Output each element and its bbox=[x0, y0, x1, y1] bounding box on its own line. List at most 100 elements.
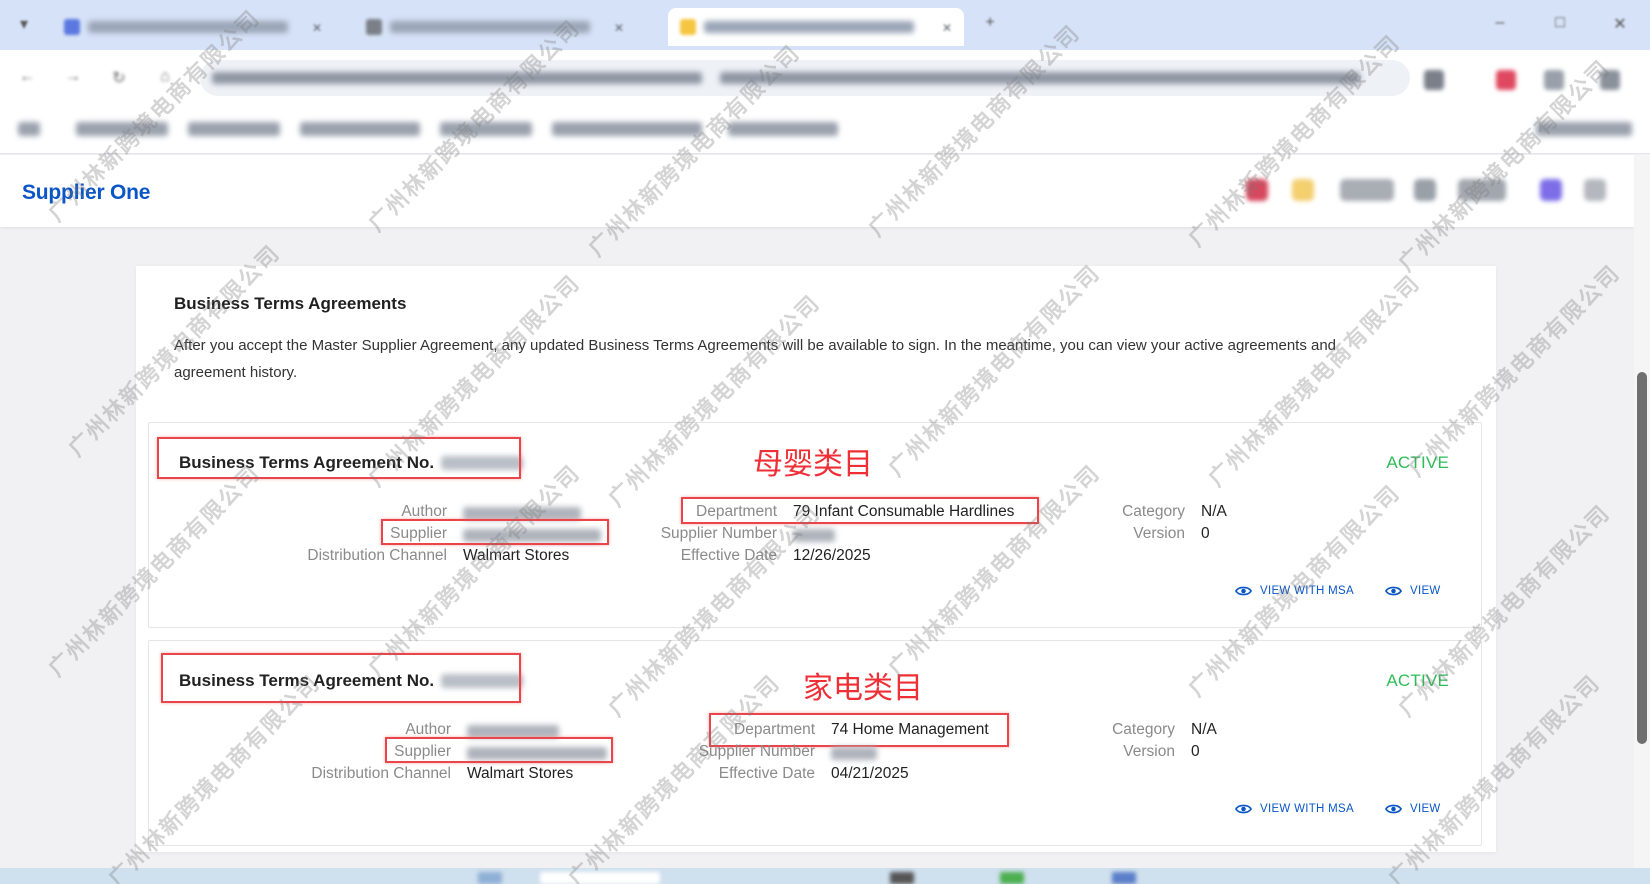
tab-title-redacted bbox=[390, 21, 590, 33]
eye-icon bbox=[1235, 804, 1252, 814]
section-description: After you accept the Master Supplier Agr… bbox=[174, 337, 1337, 381]
category-annotation: 母婴类目 bbox=[753, 447, 873, 482]
highlight-box bbox=[157, 437, 521, 479]
tab-menu-icon[interactable]: ▾ bbox=[14, 14, 34, 34]
tab-favicon-icon bbox=[366, 19, 382, 35]
back-icon[interactable]: ← bbox=[16, 68, 38, 90]
status-badge: ACTIVE bbox=[1386, 671, 1449, 690]
distribution-channel-label: Distribution Channel bbox=[311, 765, 451, 782]
category-annotation: 家电类目 bbox=[803, 671, 923, 706]
tab-favicon-icon bbox=[680, 19, 696, 35]
tab-title-redacted bbox=[704, 21, 914, 33]
forward-icon[interactable]: → bbox=[62, 68, 84, 90]
browser-tab-1[interactable]: ✕ bbox=[52, 8, 334, 46]
view-label: VIEW bbox=[1410, 585, 1441, 597]
view-label: VIEW bbox=[1410, 803, 1441, 815]
tab-title-redacted bbox=[88, 21, 288, 33]
view-with-msa-label: VIEW WITH MSA bbox=[1260, 585, 1354, 597]
distribution-channel-label: Distribution Channel bbox=[307, 547, 447, 564]
agreement-item: Business Terms Agreement No. 家电类目 ACTIVE… bbox=[148, 640, 1482, 846]
supplier-number-label: Supplier Number bbox=[660, 525, 777, 542]
section-title: Business Terms Agreements bbox=[174, 294, 407, 313]
category-label: Category bbox=[1112, 721, 1175, 738]
page-scrollbar-thumb[interactable] bbox=[1637, 372, 1647, 744]
effective-date-label: Effective Date bbox=[718, 765, 815, 782]
maximize-icon[interactable]: □ bbox=[1550, 14, 1570, 34]
bookmark-item[interactable] bbox=[300, 122, 420, 136]
browser-tab-2[interactable]: ✕ bbox=[354, 8, 636, 46]
app-header: Supplier One bbox=[0, 155, 1634, 227]
user-avatar-icon[interactable] bbox=[1584, 179, 1606, 201]
tab-favicon-icon bbox=[64, 19, 80, 35]
url-input[interactable] bbox=[200, 60, 1410, 96]
apps-icon[interactable] bbox=[18, 122, 40, 136]
new-tab-icon[interactable]: + bbox=[980, 14, 1000, 34]
highlight-box bbox=[681, 497, 1039, 524]
browser-tab-active[interactable]: ✕ bbox=[668, 8, 964, 46]
bookmark-item[interactable] bbox=[728, 122, 838, 136]
view-with-msa-button[interactable]: VIEW WITH MSA bbox=[1235, 585, 1354, 597]
bookmark-item[interactable] bbox=[440, 122, 532, 136]
profile-icon[interactable] bbox=[1600, 70, 1620, 90]
highlight-box bbox=[161, 653, 521, 703]
taskbar-app-icon[interactable] bbox=[1112, 872, 1136, 884]
tab-close-icon[interactable]: ✕ bbox=[312, 21, 322, 35]
url-redacted bbox=[212, 72, 702, 84]
category-value: N/A bbox=[1191, 721, 1217, 738]
all-bookmarks-item[interactable] bbox=[1536, 122, 1632, 136]
home-icon[interactable]: ⌂ bbox=[154, 68, 176, 90]
view-with-msa-button[interactable]: VIEW WITH MSA bbox=[1235, 803, 1354, 815]
effective-date-value: 04/21/2025 bbox=[831, 765, 909, 782]
distribution-channel-value: Walmart Stores bbox=[467, 765, 574, 782]
effective-date-label: Effective Date bbox=[680, 547, 777, 564]
business-terms-card: Business Terms Agreements After you acce… bbox=[136, 266, 1496, 852]
view-button[interactable]: VIEW bbox=[1385, 803, 1441, 815]
bookmark-item[interactable] bbox=[552, 122, 702, 136]
bookmark-item[interactable] bbox=[76, 122, 168, 136]
supplier-number-redacted bbox=[793, 529, 835, 542]
version-label: Version bbox=[1133, 525, 1185, 542]
taskbar-app-icon[interactable] bbox=[540, 872, 660, 884]
status-badge: ACTIVE bbox=[1386, 453, 1449, 472]
reload-icon[interactable]: ↻ bbox=[108, 68, 130, 90]
calendar-icon[interactable] bbox=[1414, 179, 1436, 201]
bookmark-item[interactable] bbox=[188, 122, 280, 136]
brand-logo[interactable]: Supplier One bbox=[22, 181, 150, 205]
view-with-msa-label: VIEW WITH MSA bbox=[1260, 803, 1354, 815]
version-value: 0 bbox=[1191, 743, 1200, 760]
browser-tab-bar: ▾ ✕ ✕ ✕ + – □ ✕ bbox=[0, 0, 1650, 50]
highlight-box bbox=[385, 737, 613, 763]
taskbar bbox=[0, 868, 1650, 884]
help-icon[interactable] bbox=[1458, 179, 1506, 201]
eye-icon bbox=[1385, 586, 1402, 596]
version-value: 0 bbox=[1201, 525, 1210, 542]
eye-icon bbox=[1385, 804, 1402, 814]
language-selector[interactable] bbox=[1340, 179, 1394, 201]
assistant-icon[interactable] bbox=[1540, 179, 1562, 201]
highlight-box bbox=[381, 519, 609, 545]
taskbar-app-icon[interactable] bbox=[478, 872, 502, 884]
notification-icon[interactable] bbox=[1292, 179, 1314, 201]
highlight-box bbox=[709, 713, 1009, 747]
effective-date-value: 12/26/2025 bbox=[793, 547, 871, 564]
eye-icon bbox=[1235, 586, 1252, 596]
bookmarks-bar bbox=[0, 106, 1650, 154]
country-flag-icon[interactable] bbox=[1246, 179, 1268, 201]
agreement-item: Business Terms Agreement No. 母婴类目 ACTIVE… bbox=[148, 422, 1482, 628]
taskbar-app-icon[interactable] bbox=[1000, 872, 1024, 884]
version-label: Version bbox=[1123, 743, 1175, 760]
extension-icon[interactable] bbox=[1544, 70, 1564, 90]
supplier-number-label: Supplier Number bbox=[698, 743, 815, 760]
close-window-icon[interactable]: ✕ bbox=[1610, 14, 1630, 34]
tab-close-icon[interactable]: ✕ bbox=[942, 21, 952, 35]
category-value: N/A bbox=[1201, 503, 1227, 520]
view-button[interactable]: VIEW bbox=[1385, 585, 1441, 597]
tab-close-icon[interactable]: ✕ bbox=[614, 21, 624, 35]
supplier-number-redacted bbox=[831, 747, 877, 760]
taskbar-app-icon[interactable] bbox=[890, 872, 914, 884]
extension-icon[interactable] bbox=[1424, 70, 1444, 90]
distribution-channel-value: Walmart Stores bbox=[463, 547, 570, 564]
browser-address-bar: ← → ↻ ⌂ bbox=[0, 50, 1650, 106]
extension-icon[interactable] bbox=[1496, 70, 1516, 90]
minimize-icon[interactable]: – bbox=[1490, 14, 1510, 34]
